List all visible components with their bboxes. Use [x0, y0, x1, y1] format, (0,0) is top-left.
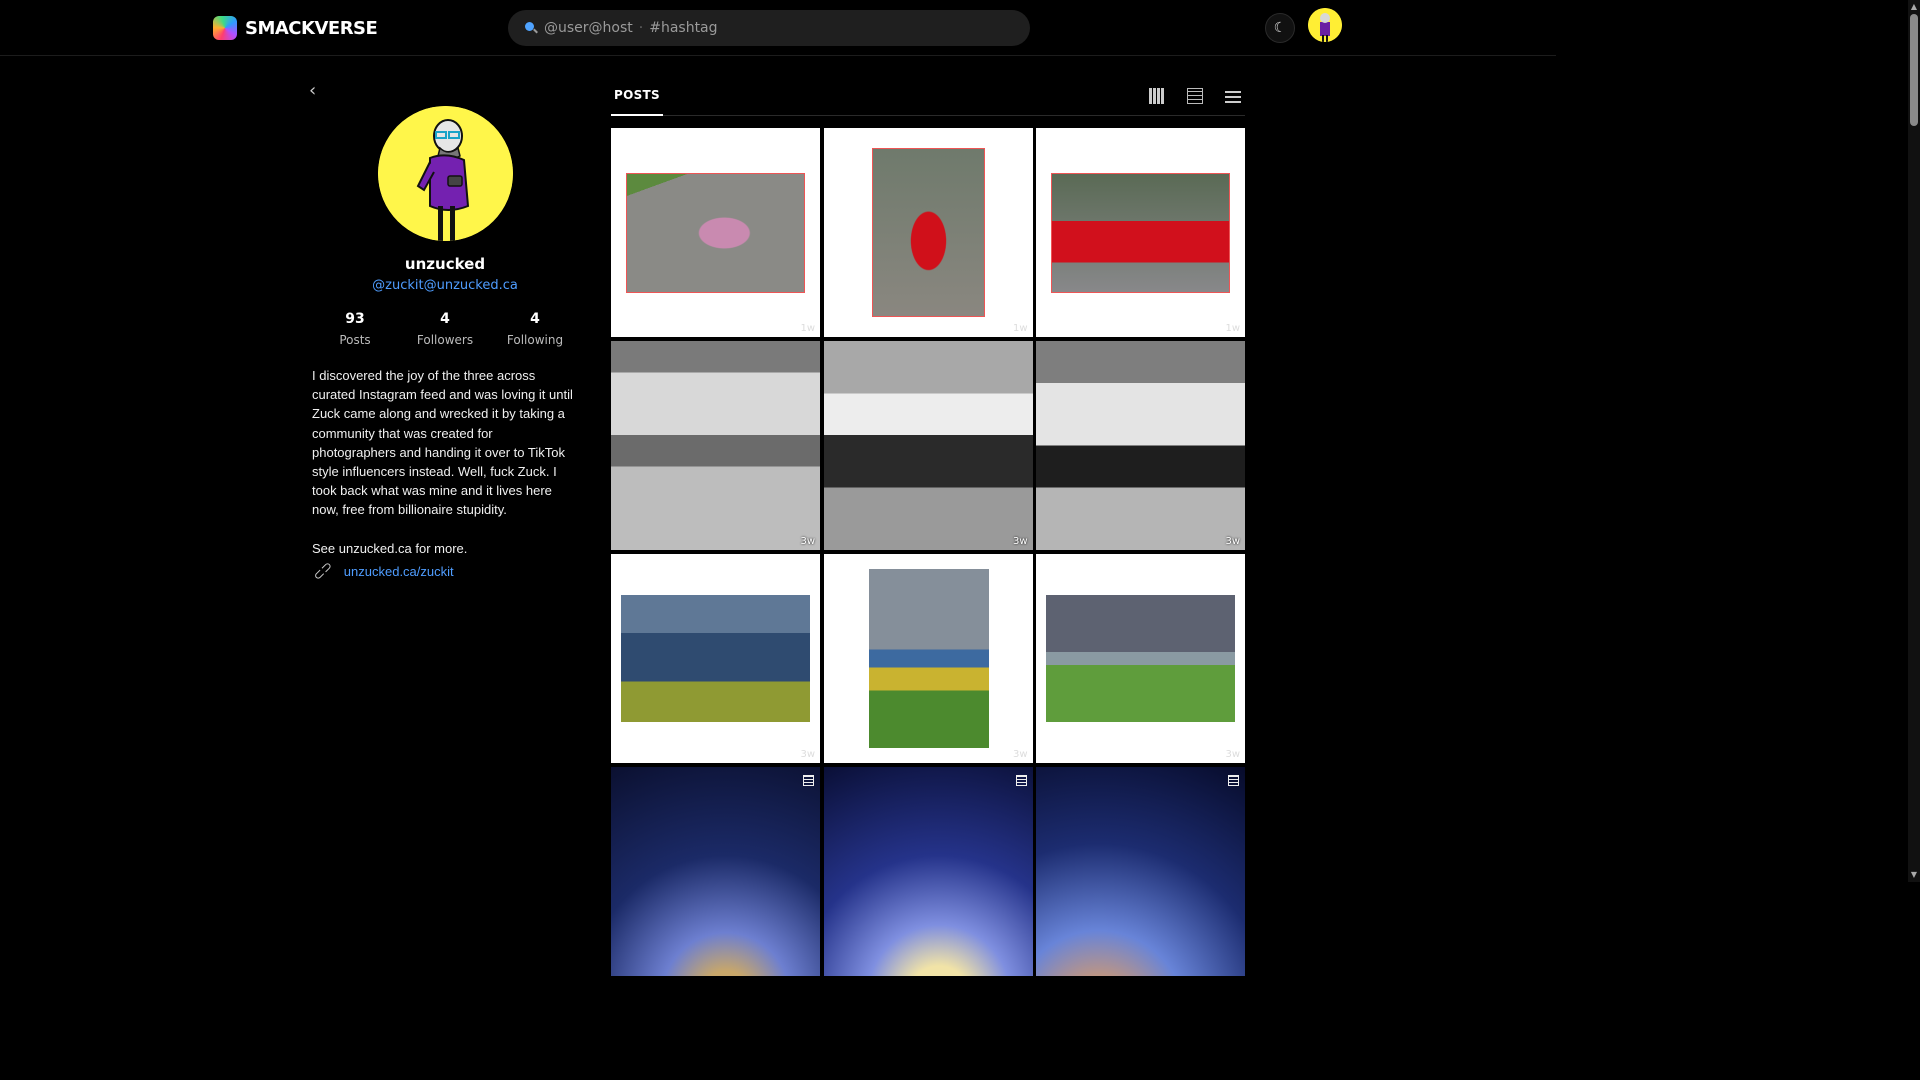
- profile-link[interactable]: ⊂⊃ unzucked.ca/zuckit: [310, 558, 454, 584]
- stat-label: Posts: [339, 333, 371, 347]
- post-time: 3w: [1012, 749, 1028, 760]
- stat-followers[interactable]: 4 Followers: [400, 311, 490, 347]
- stat-value: 93: [345, 311, 365, 327]
- post-photo: [1036, 767, 1245, 976]
- post-time: 3w: [1225, 749, 1240, 760]
- search-icon: [524, 21, 538, 35]
- stat-label: Followers: [416, 333, 474, 347]
- post-time: 1w: [1012, 323, 1028, 334]
- stat-label: Following: [506, 333, 564, 347]
- post-tile[interactable]: [823, 767, 1033, 976]
- stat-value: 4: [440, 311, 450, 327]
- post-photo: [1036, 341, 1245, 550]
- post-photo: [611, 767, 820, 976]
- multi-image-icon: [1228, 775, 1239, 786]
- stat-following[interactable]: 4 Following: [490, 311, 580, 347]
- search-separator: ·: [638, 20, 644, 36]
- bio-paragraph: I discovered the joy of the three across…: [312, 368, 573, 518]
- post-photo: [823, 767, 1033, 976]
- post-tile[interactable]: 3w: [823, 554, 1033, 763]
- post-tile[interactable]: 3w: [1036, 341, 1245, 550]
- posts-grid: 1w 1w 1w 3w 3w 3w 3w 3w 3w: [611, 128, 1245, 976]
- profile-link-text[interactable]: unzucked.ca/zuckit: [344, 564, 454, 579]
- compact-view-icon[interactable]: [1187, 88, 1203, 104]
- profile-bio: I discovered the joy of the three across…: [312, 366, 578, 558]
- search-placeholder-user: @user@host: [544, 20, 633, 36]
- scroll-up-icon[interactable]: ▲: [1910, 2, 1918, 12]
- moon-icon: ☾: [1273, 20, 1287, 36]
- profile-avatar: [378, 106, 513, 241]
- post-time: 3w: [1225, 536, 1240, 547]
- grid-view-icon[interactable]: [1149, 88, 1165, 104]
- post-time: 1w: [1225, 323, 1240, 334]
- post-tile[interactable]: 3w: [611, 554, 820, 763]
- profile-stats: 93 Posts 4 Followers 4 Following: [310, 311, 580, 347]
- search-input[interactable]: @user@host · #hashtag: [508, 10, 1030, 46]
- bio-paragraph: See unzucked.ca for more.: [312, 540, 468, 556]
- profile-display-name: unzucked: [404, 255, 486, 273]
- post-tile[interactable]: 1w: [823, 128, 1033, 337]
- post-tile[interactable]: 1w: [1036, 128, 1245, 337]
- page-scrollbar[interactable]: ▲ ▼: [1908, 0, 1920, 882]
- brand[interactable]: SMACKVERSE: [213, 14, 378, 42]
- profile-tabs: POSTS: [611, 76, 1245, 116]
- top-bar: SMACKVERSE @user@host · #hashtag ☾: [0, 0, 1556, 56]
- scrollbar-thumb[interactable]: [1910, 14, 1918, 126]
- scroll-down-icon[interactable]: ▼: [1910, 870, 1918, 880]
- profile-handle[interactable]: @zuckit@unzucked.ca: [312, 278, 578, 293]
- search-placeholder-tag: #hashtag: [649, 20, 718, 36]
- post-photo: [868, 569, 989, 748]
- post-photo: [626, 173, 805, 293]
- post-time: 3w: [800, 749, 815, 760]
- brand-logo-icon: [213, 16, 237, 40]
- user-avatar[interactable]: [1308, 8, 1342, 42]
- post-tile[interactable]: 3w: [823, 341, 1033, 550]
- stat-value: 4: [530, 311, 540, 327]
- post-photo: [823, 341, 1033, 550]
- multi-image-icon: [803, 775, 814, 786]
- post-photo: [621, 595, 810, 722]
- post-time: 3w: [800, 536, 815, 547]
- post-tile[interactable]: [1036, 767, 1245, 976]
- post-photo: [1051, 173, 1230, 293]
- tab-posts[interactable]: POSTS: [611, 76, 663, 116]
- post-tile[interactable]: 1w: [611, 128, 820, 337]
- post-tile[interactable]: [611, 767, 820, 976]
- list-view-icon[interactable]: [1225, 88, 1241, 104]
- link-icon: ⊂⊃: [309, 557, 336, 584]
- brand-name: SMACKVERSE: [245, 17, 378, 39]
- back-icon[interactable]: ‹: [309, 80, 316, 101]
- post-photo: [871, 148, 985, 317]
- profile-avatar-image: [378, 106, 513, 241]
- avatar-image: [1308, 8, 1342, 42]
- post-time: 3w: [1012, 536, 1028, 547]
- post-time: 1w: [800, 323, 815, 334]
- multi-image-icon: [1015, 775, 1027, 786]
- post-photo: [1046, 595, 1235, 722]
- post-tile[interactable]: 3w: [1036, 554, 1245, 763]
- post-photo: [611, 341, 820, 550]
- stat-posts[interactable]: 93 Posts: [310, 311, 400, 347]
- post-tile[interactable]: 3w: [611, 341, 820, 550]
- theme-toggle-button[interactable]: ☾: [1265, 13, 1295, 43]
